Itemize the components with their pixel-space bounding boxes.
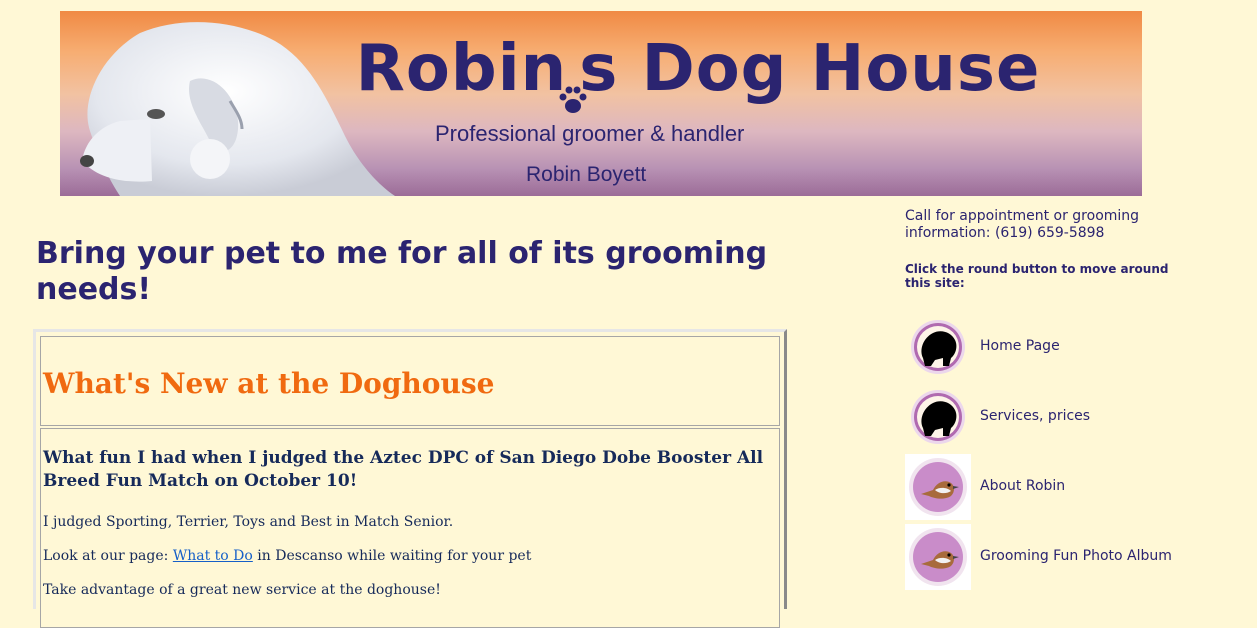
nav-label-home[interactable]: Home Page	[980, 338, 1060, 354]
news-line-what-to-do: Look at our page: What to Do in Descanso…	[43, 548, 531, 564]
nav-instructions: Click the round button to move around th…	[905, 262, 1169, 290]
call-info: Call for appointment or grooming informa…	[905, 208, 1140, 241]
nav-item-home[interactable]: Home Page	[905, 314, 1245, 380]
bird-icon[interactable]	[905, 454, 971, 520]
news-line-new-service: Take advantage of a great new service at…	[43, 582, 441, 598]
bird-icon[interactable]	[905, 524, 971, 590]
site-subtitle: Professional groomer & handler	[435, 121, 745, 146]
nav-item-services[interactable]: Services, prices	[905, 384, 1245, 450]
owner-name: Robin Boyett	[526, 163, 647, 186]
dog-silhouette-icon[interactable]	[905, 384, 971, 450]
site-banner: Robin s Dog House Professional groomer & …	[60, 11, 1142, 196]
site-title: Robin s Dog House	[258, 37, 1138, 113]
news-line-judging: I judged Sporting, Terrier, Toys and Bes…	[43, 514, 454, 530]
nav-label-photo-album[interactable]: Grooming Fun Photo Album	[980, 548, 1172, 564]
news-body-cell: What fun I had when I judged the Aztec D…	[40, 428, 780, 628]
news-box: What's New at the Doghouse What fun I ha…	[33, 329, 787, 628]
nav-label-services[interactable]: Services, prices	[980, 408, 1090, 424]
nav-label-about[interactable]: About Robin	[980, 478, 1065, 494]
news-line-suffix: in Descanso while waiting for your pet	[252, 548, 532, 564]
nav-item-about[interactable]: About Robin	[905, 454, 1245, 520]
news-header-cell: What's New at the Doghouse	[40, 336, 780, 426]
news-heading: What's New at the Doghouse	[43, 367, 495, 400]
news-item-title: What fun I had when I judged the Aztec D…	[43, 448, 764, 491]
what-to-do-link[interactable]: What to Do	[173, 548, 253, 564]
news-line-prefix: Look at our page:	[43, 548, 173, 564]
nav-item-photo-album[interactable]: Grooming Fun Photo Album	[905, 524, 1245, 590]
dog-silhouette-icon[interactable]	[905, 314, 971, 380]
page-headline: Bring your pet to me for all of its groo…	[36, 236, 768, 307]
